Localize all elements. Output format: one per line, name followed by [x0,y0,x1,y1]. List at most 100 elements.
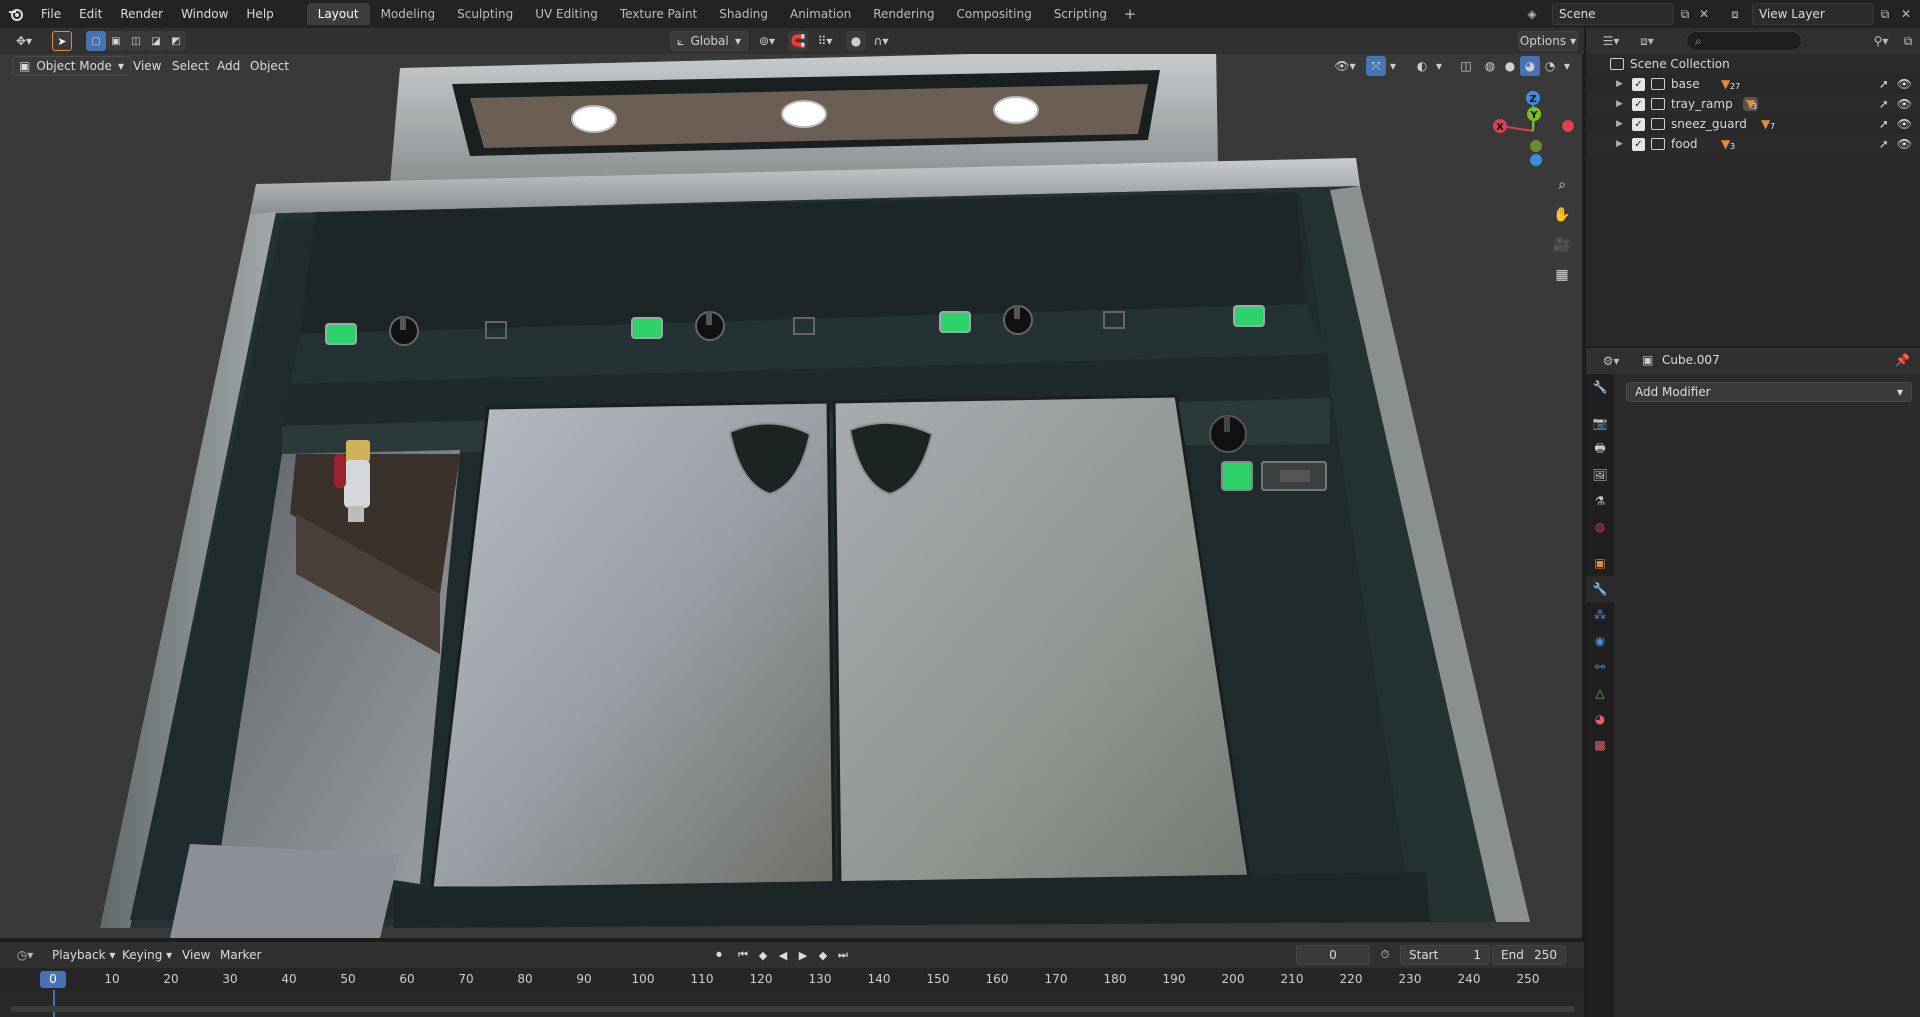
pan-hand-icon[interactable]: ✋ [1548,201,1576,229]
eye-icon[interactable]: 👁 [1897,117,1912,131]
menu-keying[interactable]: Keying ▾ [116,945,178,965]
menu-window[interactable]: Window [172,0,237,28]
timeline-body[interactable] [0,990,1584,1017]
falloff-icon[interactable]: ∩▾ [868,31,894,51]
eye-icon[interactable]: 👁 [1897,137,1912,151]
xray-icon[interactable]: ◫ [1456,56,1476,76]
properties-editor-type-icon[interactable]: ⚙▾ [1596,351,1626,371]
menu-file[interactable]: File [32,0,70,28]
next-keyframe-icon[interactable]: ◆ [814,946,832,964]
selectable-arrow-icon[interactable]: ➚ [1879,137,1889,151]
material-tab-icon[interactable]: ◕ [1586,706,1614,732]
pin-icon[interactable]: 📌 [1895,353,1910,367]
exclude-checkbox[interactable]: ✓ [1632,137,1645,151]
end-frame-field[interactable]: End 250 [1492,945,1566,965]
menu-select[interactable]: Select [165,55,216,77]
menu-help[interactable]: Help [237,0,282,28]
eye-icon[interactable]: 👁 [1897,97,1912,111]
tab-layout[interactable]: Layout [306,3,370,25]
jump-start-icon[interactable]: ⏮ [734,946,752,964]
data-tab-icon[interactable]: △ [1586,680,1614,706]
view-layer-selector[interactable]: View Layer [1752,3,1874,25]
select-mode-new-icon[interactable]: ▢ [86,31,106,51]
tree-row-base[interactable]: ▶ ✓ base ▼ 27 ➚ 👁 [1586,74,1920,94]
menu-add[interactable]: Add [210,55,247,77]
mesh-objects-icon[interactable]: ▼ 3 [1743,97,1759,111]
gizmo-toggle-icon[interactable]: ⤧ [1366,56,1386,76]
render-tab-icon[interactable]: 📷 [1586,410,1614,436]
overlays-icon[interactable]: ◐ [1412,56,1432,76]
exclude-checkbox[interactable]: ✓ [1632,117,1645,131]
tab-animation[interactable]: Animation [779,3,862,25]
tab-scripting[interactable]: Scripting [1043,3,1118,25]
select-tool-icon[interactable]: ➤ [52,31,72,51]
menu-edit[interactable]: Edit [70,0,111,28]
mesh-objects-icon[interactable]: ▼ 7 [1761,117,1775,131]
camera-view-icon[interactable]: 🎥 [1548,231,1576,259]
playhead[interactable] [53,990,55,1017]
select-mode-extend-icon[interactable]: ▣ [106,31,126,51]
options-dropdown[interactable]: Options ▾ [1518,31,1578,51]
scene-type-icon[interactable]: ◈ [1522,4,1542,24]
gizmo-menu-icon[interactable]: ▾ [1386,56,1400,76]
timeline-ruler[interactable]: 0 10 20 30 40 50 60 70 80 90 100 110 120 130 140 150 160… [0,968,1584,990]
menu-timeline-view[interactable]: View [176,945,216,965]
expand-arrow-icon[interactable]: ▶ [1616,99,1626,109]
scene-selector[interactable]: Scene [1552,3,1674,25]
select-mode-intersect-icon[interactable]: ◩ [166,31,186,51]
ortho-grid-icon[interactable]: ▦ [1548,261,1576,289]
delete-scene-icon[interactable]: ✕ [1694,4,1714,24]
timeline-scrollbar[interactable] [10,1006,1575,1012]
constraints-tab-icon[interactable]: ⚯ [1586,654,1614,680]
menu-playback[interactable]: Playback ▾ [46,945,121,965]
tool-tab-icon[interactable]: 🔧 [1586,374,1614,400]
delete-view-layer-icon[interactable]: ✕ [1896,4,1916,24]
menu-object[interactable]: Object [243,55,296,77]
new-scene-icon[interactable]: ⧉ [1675,4,1695,24]
current-frame-indicator[interactable]: 0 [40,971,66,988]
shading-rendered-icon[interactable]: ◔ [1540,56,1560,76]
tree-row-scene-collection[interactable]: Scene Collection [1586,54,1920,74]
view-layer-tab-icon[interactable]: 🖼 [1586,462,1614,488]
new-collection-icon[interactable]: ⧉ [1898,31,1918,51]
shading-menu-icon[interactable]: ▾ [1560,56,1574,76]
record-icon[interactable]: ⏺ [710,946,728,964]
tab-sculpting[interactable]: Sculpting [446,3,524,25]
modifier-tab-icon[interactable]: 🔧 [1586,576,1614,602]
start-frame-field[interactable]: Start 1 [1400,945,1490,965]
world-tab-icon[interactable]: ◍ [1586,514,1614,540]
jump-end-icon[interactable]: ⏭ [834,946,852,964]
object-tab-icon[interactable]: ▣ [1586,550,1614,576]
snap-target-icon[interactable]: ⠿▾ [812,31,838,51]
select-mode-subtract-icon[interactable]: ◫ [126,31,146,51]
scene-tab-icon[interactable]: ⚗ [1586,488,1614,514]
menu-render[interactable]: Render [111,0,172,28]
tab-modeling[interactable]: Modeling [370,3,447,25]
view-layer-icon[interactable]: ⧈ [1725,4,1745,24]
tab-rendering[interactable]: Rendering [862,3,945,25]
tab-shading[interactable]: Shading [708,3,779,25]
menu-view[interactable]: View [126,55,168,77]
stopwatch-icon[interactable]: ⏱ [1376,946,1394,964]
expand-arrow-icon[interactable]: ▶ [1616,119,1626,129]
physics-tab-icon[interactable]: ◉ [1586,628,1614,654]
tab-texture-paint[interactable]: Texture Paint [609,3,708,25]
filter-icon[interactable]: ⚲▾ [1868,31,1894,51]
current-frame-field[interactable]: 0 [1296,945,1370,965]
selectable-arrow-icon[interactable]: ➚ [1879,77,1889,91]
mesh-objects-icon[interactable]: ▼ 3 [1721,137,1735,151]
outliner-search-input[interactable]: ⌕ [1686,31,1802,51]
outliner-editor-type-icon[interactable]: ☰▾ [1596,31,1626,51]
editor-type-icon[interactable]: ✥▾ [8,31,40,51]
play-icon[interactable]: ▶ [794,946,812,964]
particles-tab-icon[interactable]: ⁂ [1586,602,1614,628]
new-view-layer-icon[interactable]: ⧉ [1875,4,1895,24]
3d-viewport[interactable]: Z Y X ⌕ ✋ 🎥 ▦ [0,54,1584,938]
transform-orientation-dropdown[interactable]: ⟀ Global ▾ [670,31,748,51]
selectable-arrow-icon[interactable]: ➚ [1879,117,1889,131]
timeline-editor-type-icon[interactable]: ◷▾ [10,945,40,965]
proportional-edit-icon[interactable]: ● [846,31,866,51]
add-modifier-dropdown[interactable]: Add Modifier ▾ [1626,382,1912,402]
selectable-arrow-icon[interactable]: ➚ [1879,97,1889,111]
shading-wireframe-icon[interactable]: ◍ [1480,56,1500,76]
